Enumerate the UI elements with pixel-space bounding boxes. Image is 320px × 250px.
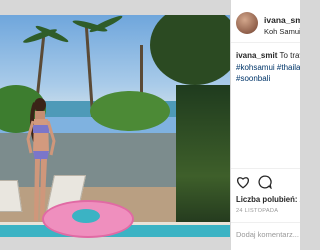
divider xyxy=(231,222,300,223)
hashtag-link[interactable]: #thailan xyxy=(277,63,300,72)
divider xyxy=(231,168,300,169)
heart-icon[interactable] xyxy=(236,176,250,189)
post-side-panel: ivana_smit Koh Samui T ivana_smit To tra… xyxy=(231,0,300,250)
divider xyxy=(231,42,300,43)
comment-input[interactable]: Dodaj komentarz... xyxy=(236,230,299,239)
caption-line: #kohsamui #thailan xyxy=(236,62,300,74)
caption-line: ivana_smit To trav xyxy=(236,50,300,62)
hashtag-link[interactable]: #soonbali xyxy=(236,74,270,83)
post-date: 24 LISTOPADA xyxy=(236,208,279,214)
hashtag-link[interactable]: #kohsamui xyxy=(236,63,275,72)
caption-text: To trav xyxy=(279,51,300,60)
post-caption: ivana_smit To trav #kohsamui #thailan #s… xyxy=(236,50,300,85)
tree-canopy xyxy=(90,91,170,131)
pink-float-hole xyxy=(72,209,100,223)
likes-count[interactable]: Liczba polubień: 29 xyxy=(236,195,300,204)
photo-foliage xyxy=(176,85,230,237)
caption-line: #soonbali xyxy=(236,73,300,85)
caption-username[interactable]: ivana_smit xyxy=(236,51,277,60)
comment-icon[interactable] xyxy=(258,175,272,189)
post-username[interactable]: ivana_smit xyxy=(264,15,300,25)
post-location[interactable]: Koh Samui T xyxy=(264,27,300,36)
avatar[interactable] xyxy=(236,12,258,34)
post-header: ivana_smit Koh Samui T xyxy=(231,5,300,39)
